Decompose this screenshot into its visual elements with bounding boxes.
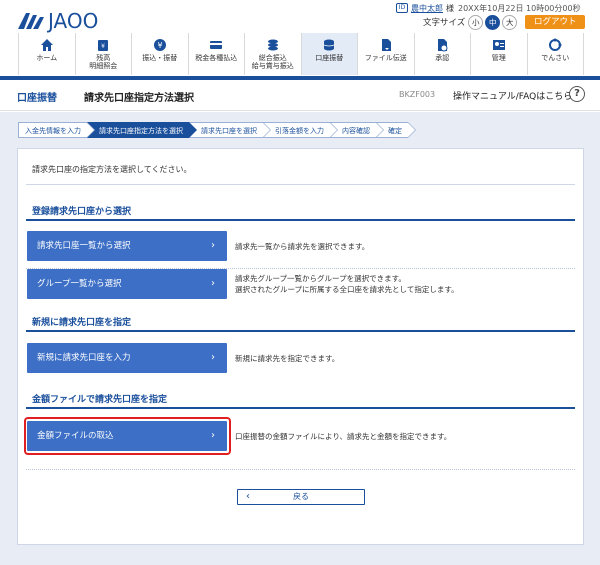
help-link[interactable]: 操作マニュアル/FAQはこちら [453, 89, 572, 102]
gnav-transfer[interactable]: ¥ 振込・振替 [131, 33, 188, 75]
gnav-label: ホーム [36, 54, 58, 62]
gnav-approve[interactable]: 承認 [413, 33, 471, 75]
card-icon [210, 41, 223, 49]
description-line: 請求先グループ一覧からグループを選択できます。 [235, 274, 406, 283]
chevron-left-icon: ‹ [246, 491, 250, 502]
description: 新規に請求先を指定できます。 [235, 354, 340, 363]
svg-text:¥: ¥ [101, 43, 105, 50]
step-2-current: 請求先口座指定方法を選択 [87, 122, 197, 138]
highlight-frame [24, 417, 231, 455]
screen-id: BKZF003 [399, 90, 436, 99]
font-size-label: 文字サイズ [423, 18, 466, 28]
chevron-right-icon: › [211, 352, 215, 363]
global-nav: ホーム ¥ 残高 明細照会 ¥ 振込・振替 税金各種払込 総合振込 給与賞与振込… [18, 33, 584, 75]
page-category: 口座振替 [17, 93, 57, 104]
gnav-admin[interactable]: 管理 [470, 33, 527, 75]
description: 口座振替の金額ファイルにより、請求先と金額を指定できます。 [235, 432, 452, 441]
gnav-densai[interactable]: でんさい [526, 33, 584, 75]
back-button-label: 戻る [293, 492, 309, 501]
back-button[interactable]: ‹ 戻る [237, 489, 365, 505]
gnav-label: 管理 [491, 54, 506, 62]
gnav-label: 口座振替 [315, 54, 344, 62]
main-panel: 請求先口座の指定方法を選択してください。 登録請求先口座から選択 請求先口座一覧… [17, 148, 584, 545]
section-title-file: 金額ファイルで請求先口座を指定 [32, 395, 168, 405]
font-size-medium-button[interactable]: 中 [485, 14, 501, 30]
section-title-new: 新規に請求先口座を指定 [32, 318, 132, 328]
step-1: 入金先情報を入力 [18, 122, 95, 138]
header-tools: 文字サイズ 小 中 大 ログアウト [423, 14, 586, 30]
user-suffix: 様 [446, 3, 454, 13]
e-tax-icon [549, 38, 562, 51]
gnav-label: 振込・振替 [142, 54, 178, 62]
home-icon [40, 39, 53, 51]
description: 請求先一覧から請求先を選択できます。 [235, 242, 370, 251]
admin-icon [492, 40, 505, 50]
approve-icon [438, 39, 448, 52]
gnav-balance[interactable]: ¥ 残高 明細照会 [74, 33, 132, 75]
gnav-label: 承認 [435, 54, 450, 62]
chevron-right-icon: › [211, 278, 215, 289]
section-rule [26, 330, 575, 332]
section-rule [26, 219, 575, 221]
select-from-group-list-button[interactable]: グループ一覧から選択 › [27, 269, 227, 299]
page-title: 請求先口座指定方法選択 [84, 93, 194, 104]
user-name[interactable]: 農中太郎 [411, 3, 443, 14]
gnav-label: 税金各種払込 [195, 54, 238, 62]
chevron-right-icon: › [211, 240, 215, 251]
last-login-time: 20XX年10月22日 10時00分00秒 [458, 3, 581, 13]
gnav-tax[interactable]: 税金各種払込 [187, 33, 245, 75]
stack-icon [267, 39, 278, 51]
money-bag-icon: ¥ [98, 40, 109, 51]
file-icon [381, 39, 391, 51]
gnav-account-transfer[interactable]: 口座振替 [300, 33, 357, 75]
divider [26, 184, 575, 185]
step-indicator: 入金先情報を入力 請求先口座指定方法を選択 請求先口座を選択 引落金額を入力 内… [18, 122, 416, 138]
yen-icon: ¥ [153, 39, 166, 51]
font-size-small-button[interactable]: 小 [468, 14, 484, 30]
gnav-label: 残高 明細照会 [89, 54, 118, 70]
gnav-home[interactable]: ホーム [18, 33, 75, 75]
gnav-label: 総合振込 給与賞与振込 [251, 54, 294, 70]
step-3: 請求先口座を選択 [189, 122, 271, 138]
page-title-bar: 口座振替 請求先口座指定方法選択 BKZF003 操作マニュアル/FAQはこちら… [0, 80, 600, 111]
button-label: グループ一覧から選択 [37, 279, 122, 289]
section-title-registered: 登録請求先口座から選択 [32, 207, 132, 217]
global-header: JAOO ID 農中太郎 様 20XX年10月22日 10時00分00秒 文字サ… [0, 0, 600, 80]
step-4: 引落金額を入力 [263, 122, 338, 138]
gnav-file-transfer[interactable]: ファイル伝送 [357, 33, 414, 75]
gnav-label: でんさい [541, 54, 570, 62]
intro-text: 請求先口座の指定方法を選択してください。 [32, 165, 192, 174]
enter-new-account-button[interactable]: 新規に請求先口座を入力 › [27, 343, 227, 373]
logo[interactable]: JAOO [16, 9, 98, 33]
gnav-bulk-transfer[interactable]: 総合振込 給与賞与振込 [244, 33, 301, 75]
section-rule [26, 407, 575, 409]
user-info: ID 農中太郎 様 20XX年10月22日 10時00分00秒 [396, 2, 581, 14]
select-from-account-list-button[interactable]: 請求先口座一覧から選択 › [27, 231, 227, 261]
font-size-large-button[interactable]: 大 [502, 14, 518, 30]
gnav-label: ファイル伝送 [364, 54, 407, 62]
id-card-icon: ID [396, 3, 408, 13]
divider [26, 469, 575, 470]
logo-text: JAOO [48, 9, 99, 33]
button-label: 請求先口座一覧から選択 [37, 241, 131, 251]
button-label: 新規に請求先口座を入力 [37, 353, 131, 363]
svg-text:¥: ¥ [157, 41, 162, 50]
description-line: 選択されたグループに所属する全口座を請求先として指定します。 [235, 285, 459, 294]
logout-button[interactable]: ログアウト [525, 15, 586, 29]
question-icon[interactable]: ? [569, 86, 585, 102]
coins-icon [324, 39, 335, 51]
description: 請求先グループ一覧からグループを選択できます。 選択されたグループに所属する全口… [235, 273, 459, 295]
ja-logo-icon [18, 13, 44, 29]
